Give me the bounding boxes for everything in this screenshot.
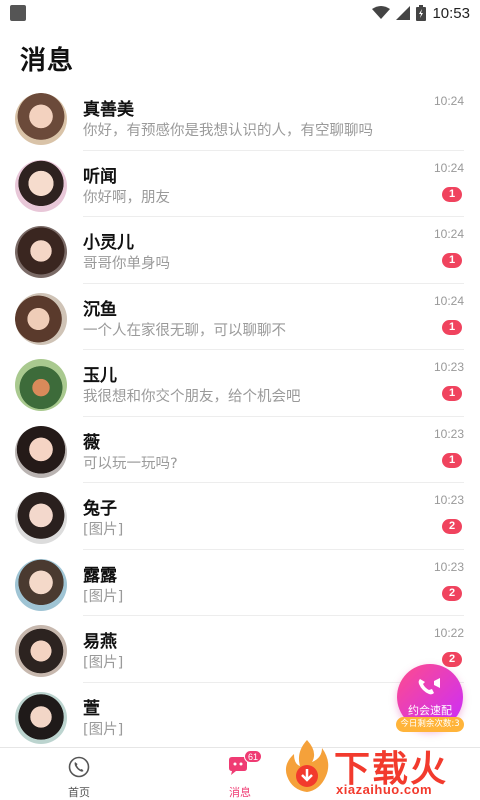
message-preview: 我很想和你交个朋友，给个机会吧: [83, 389, 301, 405]
contact-name: 小灵儿: [83, 233, 134, 253]
contact-name: 真善美: [83, 100, 134, 120]
message-time: 10:24: [433, 160, 464, 175]
message-preview: 你好，有预感你是我想认识的人，有空聊聊吗: [83, 123, 373, 139]
avatar: [15, 292, 67, 345]
message-preview: [图片]: [83, 588, 124, 605]
message-preview: [图片]: [83, 721, 124, 738]
conversation-row[interactable]: 沉鱼 一个人在家很无聊，可以聊聊不 10:24 1: [0, 284, 480, 350]
video-call-icon: [418, 678, 440, 695]
avatar: [15, 93, 67, 145]
avatar: [15, 226, 67, 278]
message-time: 10:22: [433, 626, 464, 640]
message-preview: 哥哥你单身吗: [83, 256, 170, 272]
avatar: [15, 425, 67, 478]
contact-name: 听闻: [83, 166, 117, 187]
conversation-row[interactable]: 兔子 [图片] 10:23 2: [0, 483, 480, 550]
messages-count-badge: 61: [244, 750, 263, 763]
message-preview: 你好啊，朋友: [83, 189, 170, 206]
message-time: 10:24: [433, 293, 464, 308]
conversation-row[interactable]: 露露 [图片] 10:23 2: [0, 550, 480, 616]
nav-messages-label: 消息: [229, 786, 251, 799]
message-time: 10:23: [433, 493, 464, 507]
avatar: [15, 691, 67, 744]
message-preview: 一个人在家很无聊，可以聊聊不: [83, 322, 286, 339]
flame-logo-icon: [285, 740, 329, 792]
message-preview: 可以玩一玩吗?: [83, 455, 178, 472]
avatar: [15, 159, 67, 212]
contact-name: 沉鱼: [83, 299, 117, 320]
message-time: 10:23: [433, 360, 464, 374]
battery-icon: [416, 5, 427, 21]
contact-name: 易燕: [83, 632, 117, 652]
unread-badge: 1: [442, 186, 462, 202]
watermark: 下载火 xiazaihuo.com: [282, 738, 478, 798]
remaining-count-label: 今日剩余次数:3: [396, 717, 464, 732]
contact-name: 玉儿: [83, 366, 117, 386]
nav-home-label: 首页: [68, 786, 90, 799]
wifi-icon: [372, 6, 391, 19]
conversation-row[interactable]: 听闻 你好啊，朋友 10:24 1: [0, 151, 480, 217]
watermark-url: xiazaihuo.com: [336, 782, 433, 797]
message-time: 10:24: [433, 94, 464, 108]
conversation-row[interactable]: 薇 可以玩一玩吗? 10:23 1: [0, 417, 480, 483]
conversation-row[interactable]: 小灵儿 哥哥你单身吗 10:24 1: [0, 217, 480, 284]
fab-label: 约会速配: [408, 704, 452, 717]
contact-name: 萱: [83, 698, 100, 719]
message-preview: [图片]: [83, 522, 124, 538]
avatar: [15, 625, 67, 677]
page-title: 消息: [20, 46, 75, 76]
status-time: 10:53: [432, 4, 470, 22]
conversation-row[interactable]: 真善美 你好，有预感你是我想认识的人，有空聊聊吗 10:24: [0, 84, 480, 151]
avatar: [15, 359, 67, 411]
contact-name: 薇: [83, 432, 100, 453]
phone-icon: [68, 756, 90, 778]
status-bar: 10:53: [0, 0, 480, 26]
unread-badge: 1: [442, 319, 462, 335]
signal-icon: [396, 6, 411, 20]
contact-name: 露露: [83, 565, 117, 586]
message-time: 10:23: [433, 559, 464, 574]
avatar: [15, 558, 67, 611]
unread-badge: 2: [442, 519, 462, 534]
unread-badge: 1: [442, 253, 462, 268]
conversation-row[interactable]: 玉儿 我很想和你交个朋友，给个机会吧 10:23 1: [0, 350, 480, 417]
unread-badge: 1: [442, 386, 462, 401]
message-preview: [图片]: [83, 655, 124, 671]
nav-home[interactable]: 首页: [49, 756, 109, 800]
unread-badge: 2: [442, 652, 462, 667]
unread-badge: 2: [442, 585, 462, 601]
notification-icon: [10, 5, 26, 21]
avatar: [15, 492, 67, 544]
message-time: 10:23: [433, 426, 464, 441]
unread-badge: 1: [442, 452, 462, 468]
message-time: 10:24: [433, 227, 464, 241]
conversation-list: 真善美 你好，有预感你是我想认识的人，有空聊聊吗 10:24 听闻 你好啊，朋友…: [0, 84, 480, 749]
contact-name: 兔子: [83, 499, 117, 519]
nav-messages[interactable]: 61 消息: [210, 750, 270, 800]
